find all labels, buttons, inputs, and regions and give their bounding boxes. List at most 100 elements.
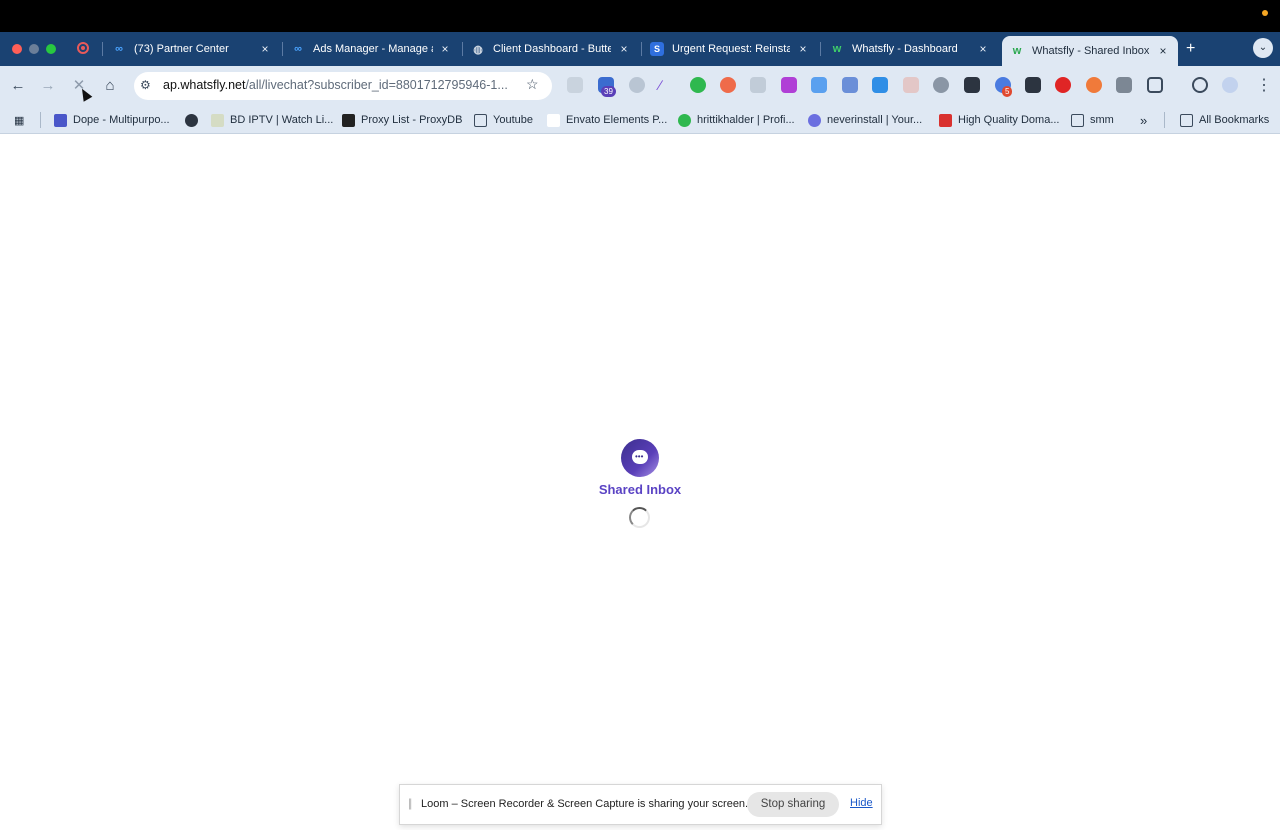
meta-icon: ∞	[294, 43, 302, 55]
bookmark-label: BD IPTV | Watch Li...	[230, 114, 334, 126]
tab-separator	[641, 42, 642, 56]
tab-label: Urgent Request: Reinsta	[672, 43, 790, 55]
tab-urgent-request[interactable]: S Urgent Request: Reinsta ×	[650, 37, 810, 61]
bookmark-dope[interactable]: Dope - Multipurpo...	[54, 112, 170, 128]
record-icon[interactable]	[77, 42, 89, 54]
tab-close-button[interactable]: ×	[617, 42, 631, 56]
pen-extension-icon[interactable]: ∕	[659, 77, 675, 93]
fire-extension-icon[interactable]	[1086, 77, 1102, 93]
tab-search-chevron-icon[interactable]: ⌄	[1253, 38, 1273, 58]
tab-client-dashboard[interactable]: ◍ Client Dashboard - Butte ×	[471, 37, 631, 61]
stop-sharing-button[interactable]: Stop sharing	[747, 792, 839, 817]
site-icon	[211, 113, 224, 127]
tab-whatsfly-dashboard[interactable]: w Whatsfly - Dashboard ×	[830, 37, 990, 61]
tab-close-button[interactable]: ×	[1156, 44, 1170, 58]
tab-close-button[interactable]: ×	[976, 42, 990, 56]
database-icon	[342, 113, 355, 127]
green-extension-icon[interactable]	[690, 77, 706, 93]
drag-handle-icon[interactable]: ||	[408, 796, 412, 810]
tab-ads-manager[interactable]: ∞ Ads Manager - Manage a ×	[291, 37, 452, 61]
tab-whatsfly-shared-inbox[interactable]: w Whatsfly - Shared Inbox ×	[1002, 36, 1178, 66]
new-tab-button[interactable]: +	[1186, 40, 1195, 58]
whatsfly-icon: w	[832, 43, 842, 55]
bookmark-star-icon[interactable]: ☆	[526, 76, 539, 93]
bookmark-smm[interactable]: smm	[1071, 112, 1114, 128]
bookmark-separator	[1164, 112, 1165, 128]
home-icon[interactable]: ⌂	[100, 76, 120, 96]
extension-icon[interactable]	[629, 77, 645, 93]
maximize-window-button[interactable]	[46, 44, 56, 54]
tab-label: (73) Partner Center	[134, 43, 229, 55]
translate-extension-icon[interactable]	[842, 77, 858, 93]
folder-icon	[1180, 113, 1193, 127]
bookmark-label: Proxy List - ProxyDB	[361, 114, 463, 126]
menu-kebab-icon[interactable]: ⋮	[1256, 75, 1272, 95]
all-bookmarks[interactable]: All Bookmarks	[1180, 112, 1269, 128]
minimize-window-button[interactable]	[29, 44, 39, 54]
bookmark-neverinstall[interactable]: neverinstall | Your...	[808, 112, 922, 128]
close-window-button[interactable]	[12, 44, 22, 54]
tab-partner-center[interactable]: ∞ (73) Partner Center ×	[112, 37, 272, 61]
site-info-icon[interactable]: ⚙	[140, 78, 151, 92]
menu-bar	[0, 0, 1280, 32]
wordpress-extension-icon[interactable]	[933, 77, 949, 93]
extension-badge: 39	[601, 86, 616, 97]
site-icon	[54, 113, 67, 127]
tab-label: Ads Manager - Manage a	[313, 43, 433, 55]
bookmark-bd-iptv[interactable]: BD IPTV | Watch Li...	[211, 112, 333, 128]
tab-label: Whatsfly - Dashboard	[852, 43, 958, 55]
sync-icon[interactable]	[1192, 77, 1208, 93]
back-arrow-icon[interactable]: ←	[8, 76, 28, 96]
extension-icon[interactable]	[903, 77, 919, 93]
globe-icon: ◍	[473, 43, 483, 56]
folder-icon	[1071, 113, 1084, 127]
s-extension-icon[interactable]	[720, 77, 736, 93]
folder-icon	[474, 113, 487, 127]
meta-icon: ∞	[115, 43, 123, 55]
extension-icon[interactable]	[1025, 77, 1041, 93]
site-icon	[939, 113, 952, 127]
tab-separator	[102, 42, 103, 56]
apps-grid-icon[interactable]: ▦	[14, 112, 24, 128]
tab-separator	[462, 42, 463, 56]
tab-close-button[interactable]: ×	[438, 42, 452, 56]
tag-extension-icon[interactable]	[811, 77, 827, 93]
chat-dots-icon: •••	[635, 452, 644, 461]
page-icon	[547, 113, 560, 127]
site-icon	[808, 113, 821, 127]
bookmark-youtube[interactable]: Youtube	[474, 112, 533, 128]
tab-separator	[820, 42, 821, 56]
site-icon	[678, 113, 691, 127]
qr-extension-icon[interactable]	[1116, 77, 1132, 93]
bookmark-globe[interactable]	[185, 112, 204, 128]
bookmark-label: smm	[1090, 114, 1114, 126]
tab-label: Client Dashboard - Butte	[493, 43, 611, 55]
screen-share-message: Loom – Screen Recorder & Screen Capture …	[421, 798, 749, 810]
forward-arrow-icon[interactable]: →	[38, 76, 58, 96]
pen-tool-extension-icon[interactable]	[964, 77, 980, 93]
whatsfly-icon: w	[1012, 45, 1022, 57]
purple-extension-icon[interactable]	[781, 77, 797, 93]
tab-close-button[interactable]: ×	[258, 42, 272, 56]
download-extension-icon[interactable]	[872, 77, 888, 93]
bookmark-high-quality[interactable]: High Quality Doma...	[939, 112, 1059, 128]
bookmark-hrittikhalder[interactable]: hrittikhalder | Profi...	[678, 112, 795, 128]
profile-avatar[interactable]	[1222, 77, 1238, 93]
bookmark-envato[interactable]: Envato Elements P...	[547, 112, 667, 128]
bookmark-label: Dope - Multipurpo...	[73, 114, 170, 126]
bookmark-label: High Quality Doma...	[958, 114, 1060, 126]
bookmark-proxydb[interactable]: Proxy List - ProxyDB	[342, 112, 462, 128]
tab-close-button[interactable]: ×	[796, 42, 810, 56]
bookmarks-overflow-chevron-icon[interactable]: »	[1140, 112, 1147, 128]
puzzle-icon[interactable]	[1147, 77, 1163, 93]
bookmark-label: Envato Elements P...	[566, 114, 668, 126]
opera-extension-icon[interactable]	[1055, 77, 1071, 93]
hide-link[interactable]: Hide	[850, 797, 873, 809]
globe-icon	[185, 113, 198, 127]
loading-spinner-icon	[629, 507, 650, 528]
camera-extension-icon[interactable]	[567, 77, 583, 93]
url-text[interactable]: ap.whatsfly.net/all/livechat?subscriber_…	[163, 78, 508, 92]
code-extension-icon[interactable]	[750, 77, 766, 93]
url-host: ap.whatsfly.net	[163, 78, 246, 92]
bookmark-label: neverinstall | Your...	[827, 114, 923, 126]
